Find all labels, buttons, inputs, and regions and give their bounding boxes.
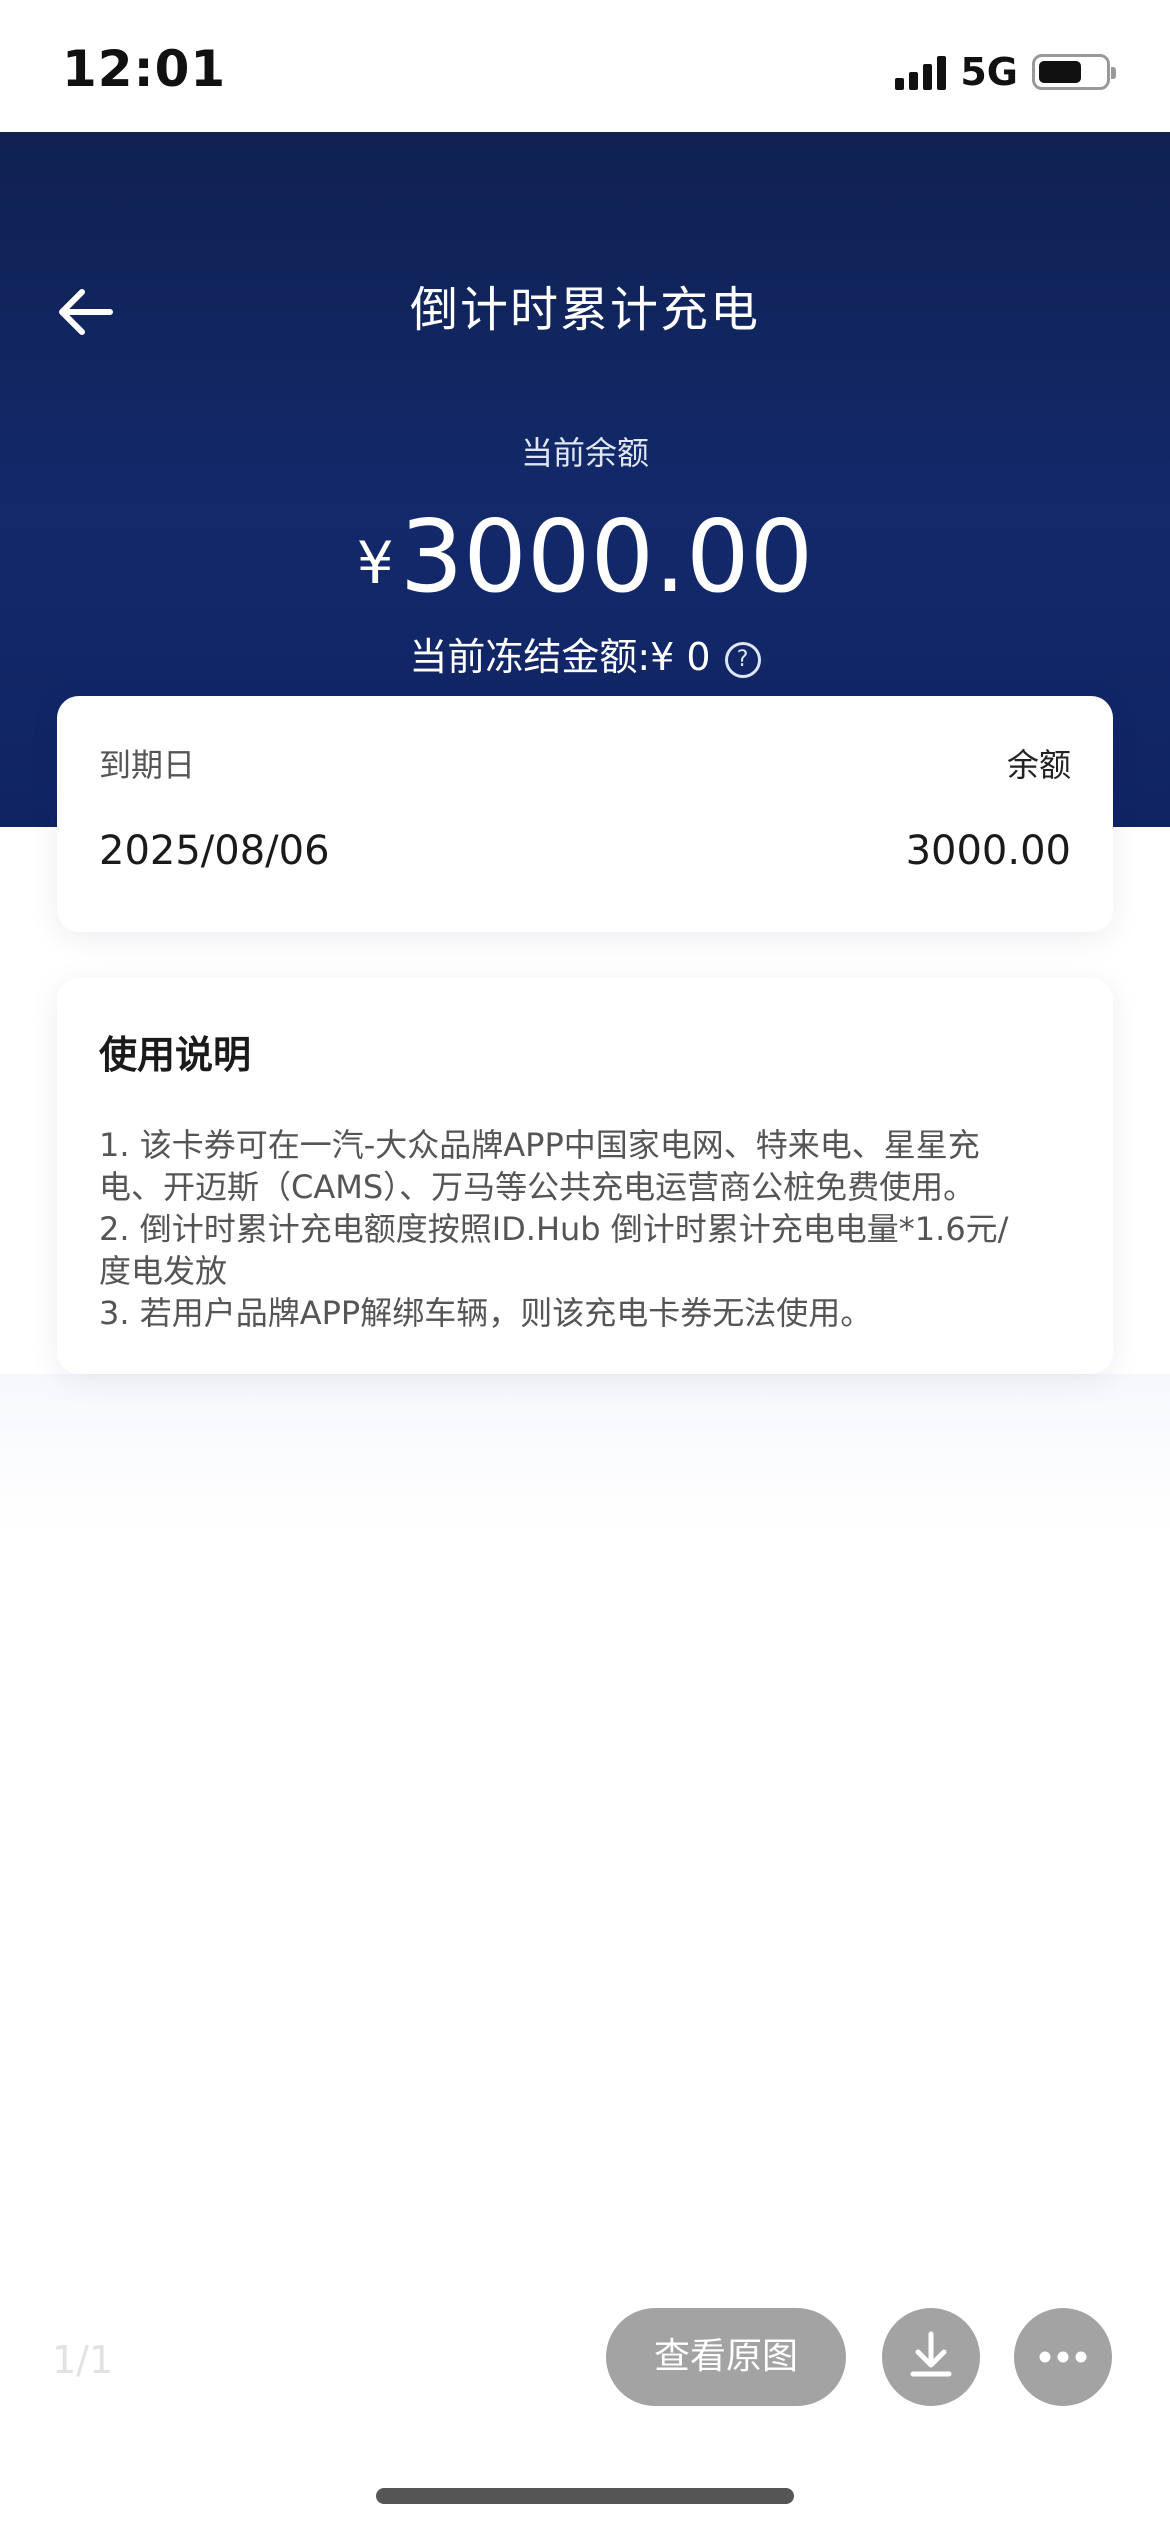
background-fade	[0, 1374, 1170, 1534]
more-button[interactable]	[1014, 2308, 1112, 2406]
usage-note-line: 度电发放	[99, 1252, 228, 1290]
balance-label: 当前余额	[520, 434, 649, 472]
usage-note-line: 1. 该卡券可在一汽-大众品牌APP中国家电网、特来电、星星充	[99, 1126, 980, 1164]
currency-symbol: ¥	[356, 529, 394, 597]
page-indicator: 1/1	[52, 2338, 114, 2382]
status-indicators: 5G	[895, 50, 1116, 94]
status-time: 12:01	[62, 40, 227, 98]
usage-note-line: 3. 若用户品牌APP解绑车辆，则该充电卡券无法使用。	[99, 1294, 873, 1332]
usage-notes-body: 1. 该卡券可在一汽-大众品牌APP中国家电网、特来电、星星充 电、开迈斯（CA…	[99, 1124, 1099, 1334]
usage-notes-card: 使用说明 1. 该卡券可在一汽-大众品牌APP中国家电网、特来电、星星充 电、开…	[57, 978, 1113, 1374]
frozen-amount-text: 当前冻结金额:¥ 0	[409, 635, 711, 679]
signal-icon	[895, 54, 947, 90]
page-title: 倒计时累计充电	[409, 282, 760, 338]
usage-note-line: 2. 倒计时累计充电额度按照ID.Hub 倒计时累计充电电量*1.6元/	[99, 1210, 1009, 1248]
view-original-button[interactable]: 查看原图	[606, 2308, 846, 2406]
expiry-balance-label: 余额	[1006, 746, 1071, 784]
expiry-card: 到期日 余额 2025/08/06 3000.00	[57, 696, 1113, 932]
expiry-date-value: 2025/08/06	[99, 828, 330, 874]
more-icon	[1039, 2351, 1087, 2363]
home-indicator	[376, 2488, 794, 2504]
expiry-balance-value: 3000.00	[905, 828, 1071, 874]
battery-icon	[1032, 54, 1116, 90]
network-label: 5G	[960, 50, 1018, 94]
usage-notes-title: 使用说明	[99, 1033, 252, 1077]
balance-amount: ¥3000.00	[0, 502, 1170, 618]
expiry-date-label: 到期日	[99, 746, 196, 784]
download-button[interactable]	[882, 2308, 980, 2406]
status-bar: 12:01 5G	[0, 0, 1170, 132]
help-icon[interactable]: ?	[724, 642, 761, 678]
usage-note-line: 电、开迈斯（CAMS）、万马等公共充电运营商公桩免费使用。	[99, 1168, 976, 1206]
frozen-amount-row: 当前冻结金额:¥ 0?	[0, 626, 1170, 681]
balance-value: 3000.00	[399, 498, 814, 615]
download-icon	[910, 2331, 952, 2377]
